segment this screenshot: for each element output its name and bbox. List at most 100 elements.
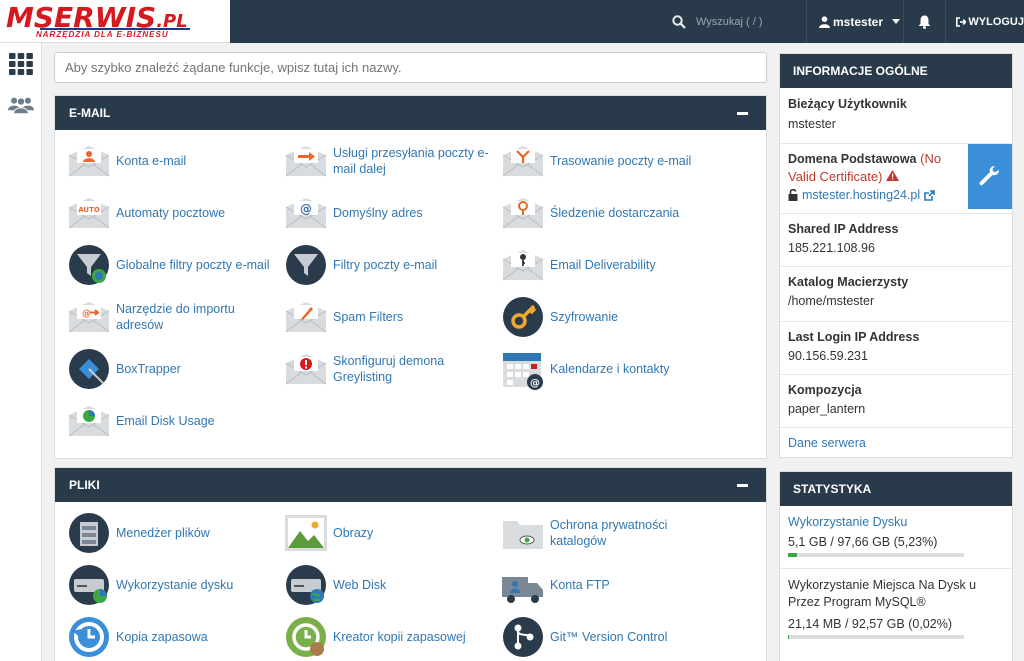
feature-web-disk[interactable]: Web Disk xyxy=(284,560,501,610)
track-delivery-icon xyxy=(501,191,545,235)
top-search[interactable]: Wyszukaj ( / ) xyxy=(672,0,763,43)
directory-privacy-icon xyxy=(501,511,545,555)
user-icon xyxy=(819,15,830,28)
top-bar: MSERWIS.PL NARZĘDZIA DLA E-BIZNESU Wyszu… xyxy=(0,0,1024,43)
feature-label: Email Disk Usage xyxy=(116,414,215,428)
server-info-link[interactable]: Dane serwera xyxy=(788,436,866,450)
feature-label: Konta e-mail xyxy=(116,154,187,168)
feature-label: Szyfrowanie xyxy=(550,310,619,324)
collapse-icon[interactable] xyxy=(737,484,748,487)
feature-label: Kopia zapasowa xyxy=(116,630,208,644)
unlock-icon xyxy=(788,189,798,201)
feature-encryption[interactable]: Szyfrowanie xyxy=(501,292,718,342)
email-routing-icon xyxy=(501,139,545,183)
caret-down-icon xyxy=(892,19,901,24)
files-panel: PLIKI Menedżer plików Obrazy Ochrona prywa… xyxy=(54,467,767,661)
feature-deliverability[interactable]: Email Deliverability xyxy=(501,240,718,290)
mysql-usage-fill xyxy=(788,635,789,639)
last-login-label: Last Login IP Address xyxy=(788,330,920,344)
disk-usage-value: 5,1 GB / 97,66 GB (5,23%) xyxy=(788,535,938,549)
general-info-panel: INFORMACJE OGÓLNE Bieżący Użytkownik mst… xyxy=(779,53,1013,458)
greylisting-icon xyxy=(284,347,328,391)
spam-filters-icon xyxy=(284,295,328,339)
disk-usage-row: Wykorzystanie Dysku 5,1 GB / 97,66 GB (5… xyxy=(780,506,1012,568)
git-icon xyxy=(501,615,545,659)
stats-title: STATYSTYKA xyxy=(780,472,1012,506)
email-accounts-icon xyxy=(67,139,111,183)
feature-default-address[interactable]: @ Domyślny adres xyxy=(284,188,501,238)
svg-text:AUTO: AUTO xyxy=(78,206,100,214)
email-filters-icon xyxy=(284,243,328,287)
feature-images[interactable]: Obrazy xyxy=(284,508,501,558)
feature-address-importer[interactable]: @ Narzędzie do importu adresów xyxy=(67,292,284,342)
feature-email-accounts[interactable]: Konta e-mail xyxy=(67,136,284,186)
warning-icon xyxy=(886,170,900,181)
logo-tagline: NARZĘDZIA DLA E-BIZNESU xyxy=(36,30,169,39)
email-panel-title: E-MAIL xyxy=(69,106,111,120)
feature-global-filters[interactable]: Globalne filtry poczty e-mail xyxy=(67,240,284,290)
general-info-title: INFORMACJE OGÓLNE xyxy=(780,54,1012,88)
bell-icon xyxy=(918,15,931,29)
feature-email-routing[interactable]: Trasowanie poczty e-mail xyxy=(501,136,718,186)
user-menu[interactable]: mstester xyxy=(806,0,903,43)
feature-label: Obrazy xyxy=(333,526,374,540)
primary-domain-row: Domena Podstawowa (No Valid Certificate)… xyxy=(780,143,1012,213)
manage-domain-button[interactable] xyxy=(968,144,1012,209)
feature-directory-privacy[interactable]: Ochrona prywatności katalogów xyxy=(501,508,718,558)
feature-label: Kalendarze i kontakty xyxy=(550,362,670,376)
brand-logo[interactable]: MSERWIS.PL NARZĘDZIA DLA E-BIZNESU xyxy=(0,0,230,43)
forwarders-icon xyxy=(284,139,328,183)
current-user-label: Bieżący Użytkownik xyxy=(788,97,907,111)
left-rail xyxy=(0,43,42,661)
quick-search-input[interactable] xyxy=(54,52,767,83)
feature-email-filters[interactable]: Filtry poczty e-mail xyxy=(284,240,501,290)
shared-ip-value: 185.221.108.96 xyxy=(788,241,875,255)
backup-wizard-icon xyxy=(284,615,328,659)
files-panel-title: PLIKI xyxy=(69,478,100,492)
feature-file-manager[interactable]: Menedżer plików xyxy=(67,508,284,558)
external-link-icon[interactable] xyxy=(924,189,935,201)
global-filters-icon xyxy=(67,243,111,287)
users-icon[interactable] xyxy=(8,92,34,118)
home-dir-label: Katalog Macierzysty xyxy=(788,275,909,289)
mysql-usage-value: 21,14 MB / 92,57 GB (0,02%) xyxy=(788,617,952,631)
username: mstester xyxy=(833,14,884,29)
last-login-row: Last Login IP Address 90.156.59.231 xyxy=(780,321,1012,374)
feature-disk-usage[interactable]: Wykorzystanie dysku xyxy=(67,560,284,610)
feature-ftp-accounts[interactable]: Konta FTP xyxy=(501,560,718,610)
feature-label: Ochrona prywatności katalogów xyxy=(550,518,668,548)
email-panel-header[interactable]: E-MAIL xyxy=(55,96,766,130)
top-search-placeholder: Wyszukaj ( / ) xyxy=(696,15,763,28)
notifications-button[interactable] xyxy=(903,0,945,43)
disk-usage-link[interactable]: Wykorzystanie Dysku xyxy=(788,515,907,529)
autoresponders-icon: AUTO xyxy=(67,191,111,235)
logout-button[interactable]: WYLOGUJ xyxy=(945,0,1024,43)
feature-calendars[interactable]: @ Kalendarze i kontakty xyxy=(501,344,718,394)
file-manager-icon xyxy=(67,511,111,555)
home-grid-icon[interactable] xyxy=(8,51,34,77)
theme-value: paper_lantern xyxy=(788,402,866,416)
feature-backup-wizard[interactable]: Kreator kopii zapasowej xyxy=(284,612,501,661)
logout-icon xyxy=(956,16,967,27)
feature-autoresponders[interactable]: AUTO Automaty pocztowe xyxy=(67,188,284,238)
feature-label: Menedżer plików xyxy=(116,526,210,540)
files-panel-header[interactable]: PLIKI xyxy=(55,468,766,502)
domain-link[interactable]: mstester.hosting24.pl xyxy=(802,188,920,202)
feature-track-delivery[interactable]: Śledzenie dostarczania xyxy=(501,188,718,238)
shared-ip-row: Shared IP Address 185.221.108.96 xyxy=(780,213,1012,266)
feature-backup[interactable]: Kopia zapasowa xyxy=(67,612,284,661)
feature-label: Web Disk xyxy=(333,578,387,592)
wrench-icon xyxy=(979,165,999,185)
backup-icon xyxy=(67,615,111,659)
collapse-icon[interactable] xyxy=(737,112,748,115)
current-user-row: Bieżący Użytkownik mstester xyxy=(780,88,1012,143)
feature-email-disk-usage[interactable]: Email Disk Usage xyxy=(67,396,284,446)
feature-label: Skonfiguruj demona Greylisting xyxy=(333,354,445,384)
disk-usage-icon xyxy=(67,563,111,607)
feature-forwarders[interactable]: Usługi przesyłania poczty e-mail dalej xyxy=(284,136,501,186)
feature-greylisting[interactable]: Skonfiguruj demona Greylisting xyxy=(284,344,501,394)
calendars-icon: @ xyxy=(501,347,545,391)
feature-spam-filters[interactable]: Spam Filters xyxy=(284,292,501,342)
feature-boxtrapper[interactable]: BoxTrapper xyxy=(67,344,284,394)
feature-git[interactable]: Git™ Version Control xyxy=(501,612,718,661)
